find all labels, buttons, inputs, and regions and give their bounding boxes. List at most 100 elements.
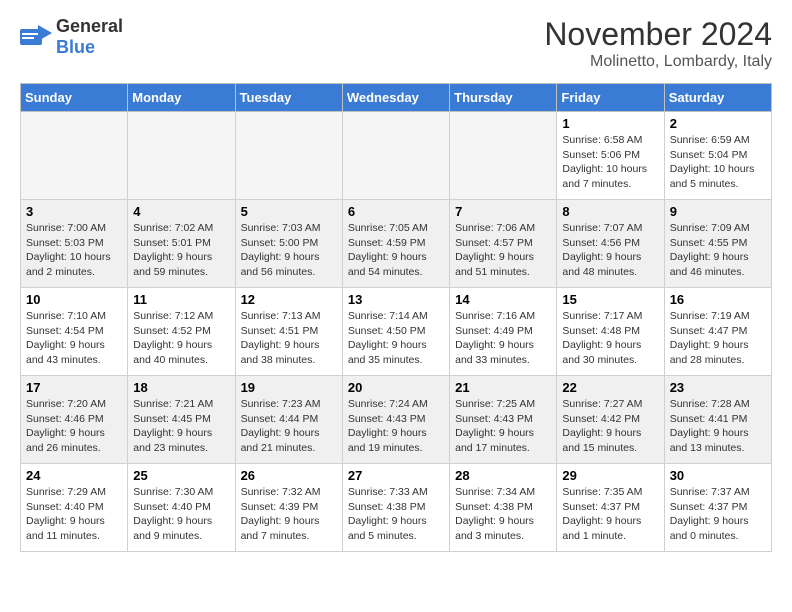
day-number: 17: [26, 380, 122, 395]
logo-general: General: [56, 16, 123, 36]
week-row-3: 10Sunrise: 7:10 AM Sunset: 4:54 PM Dayli…: [21, 288, 772, 376]
day-number: 18: [133, 380, 229, 395]
calendar-cell: 30 Sunrise: 7:37 AM Sunset: 4:37 PM Dayli…: [664, 464, 771, 552]
logo-blue: Blue: [56, 37, 95, 57]
header: General Blue November 2024 Molinetto, Lo…: [20, 16, 772, 71]
day-info: Sunrise: 7:25 AM Sunset: 4:43 PM Dayligh…: [455, 397, 551, 456]
day-number: 2: [670, 116, 766, 131]
day-info: Sunrise: 7:37 AM Sunset: 4:37 PM Dayligh…: [670, 485, 766, 544]
day-number: 12: [241, 292, 337, 307]
calendar-cell: 9 Sunrise: 7:09 AM Sunset: 4:55 PM Daylig…: [664, 200, 771, 288]
calendar-cell: 6 Sunrise: 7:05 AM Sunset: 4:59 PM Daylig…: [342, 200, 449, 288]
calendar-cell: 23Sunrise: 7:28 AM Sunset: 4:41 PM Dayli…: [664, 376, 771, 464]
day-info: Sunrise: 7:21 AM Sunset: 4:45 PM Dayligh…: [133, 397, 229, 456]
day-number: 13: [348, 292, 444, 307]
calendar-cell: 26 Sunrise: 7:32 AM Sunset: 4:39 PM Dayli…: [235, 464, 342, 552]
day-number: 19: [241, 380, 337, 395]
day-info: Sunrise: 7:10 AM Sunset: 4:54 PM Dayligh…: [26, 309, 122, 368]
calendar-cell: [128, 112, 235, 200]
day-number: 25: [133, 468, 229, 483]
calendar-cell: 24 Sunrise: 7:29 AM Sunset: 4:40 PM Dayli…: [21, 464, 128, 552]
day-info: Sunrise: 7:24 AM Sunset: 4:43 PM Dayligh…: [348, 397, 444, 456]
day-number: 22: [562, 380, 658, 395]
day-number: 4: [133, 204, 229, 219]
logo: General Blue: [20, 16, 123, 58]
day-number: 8: [562, 204, 658, 219]
calendar-cell: 19 Sunrise: 7:23 AM Sunset: 4:44 PM Dayli…: [235, 376, 342, 464]
calendar-cell: 20 Sunrise: 7:24 AM Sunset: 4:43 PM Dayli…: [342, 376, 449, 464]
calendar-cell: 7Sunrise: 7:06 AM Sunset: 4:57 PM Daylig…: [450, 200, 557, 288]
calendar-cell: 17 Sunrise: 7:20 AM Sunset: 4:46 PM Dayli…: [21, 376, 128, 464]
main-container: General Blue November 2024 Molinetto, Lo…: [0, 0, 792, 568]
day-number: 26: [241, 468, 337, 483]
day-number: 6: [348, 204, 444, 219]
day-info: Sunrise: 7:06 AM Sunset: 4:57 PM Dayligh…: [455, 221, 551, 280]
day-number: 15: [562, 292, 658, 307]
day-info: Sunrise: 7:13 AM Sunset: 4:51 PM Dayligh…: [241, 309, 337, 368]
day-number: 30: [670, 468, 766, 483]
title-area: November 2024 Molinetto, Lombardy, Italy: [544, 16, 772, 71]
day-number: 24: [26, 468, 122, 483]
calendar-cell: [21, 112, 128, 200]
week-row-4: 17 Sunrise: 7:20 AM Sunset: 4:46 PM Dayli…: [21, 376, 772, 464]
day-info: Sunrise: 7:20 AM Sunset: 4:46 PM Dayligh…: [26, 397, 122, 456]
day-info: Sunrise: 7:28 AM Sunset: 4:41 PM Dayligh…: [670, 397, 766, 456]
day-number: 14: [455, 292, 551, 307]
week-row-2: 3 Sunrise: 7:00 AM Sunset: 5:03 PM Daylig…: [21, 200, 772, 288]
calendar-cell: 12 Sunrise: 7:13 AM Sunset: 4:51 PM Dayli…: [235, 288, 342, 376]
logo-text: General Blue: [56, 16, 123, 58]
day-number: 27: [348, 468, 444, 483]
weekday-header-tuesday: Tuesday: [235, 84, 342, 112]
weekday-header-row: SundayMondayTuesdayWednesdayThursdayFrid…: [21, 84, 772, 112]
day-number: 29: [562, 468, 658, 483]
calendar-cell: 29 Sunrise: 7:35 AM Sunset: 4:37 PM Dayli…: [557, 464, 664, 552]
day-info: Sunrise: 7:02 AM Sunset: 5:01 PM Dayligh…: [133, 221, 229, 280]
calendar-cell: 8 Sunrise: 7:07 AM Sunset: 4:56 PM Daylig…: [557, 200, 664, 288]
weekday-header-friday: Friday: [557, 84, 664, 112]
calendar-table: SundayMondayTuesdayWednesdayThursdayFrid…: [20, 83, 772, 552]
calendar-cell: 28Sunrise: 7:34 AM Sunset: 4:38 PM Dayli…: [450, 464, 557, 552]
location: Molinetto, Lombardy, Italy: [544, 53, 772, 71]
day-number: 5: [241, 204, 337, 219]
weekday-header-wednesday: Wednesday: [342, 84, 449, 112]
calendar-cell: 21Sunrise: 7:25 AM Sunset: 4:43 PM Dayli…: [450, 376, 557, 464]
week-row-5: 24 Sunrise: 7:29 AM Sunset: 4:40 PM Dayli…: [21, 464, 772, 552]
day-info: Sunrise: 7:33 AM Sunset: 4:38 PM Dayligh…: [348, 485, 444, 544]
calendar-cell: [342, 112, 449, 200]
day-info: Sunrise: 7:35 AM Sunset: 4:37 PM Dayligh…: [562, 485, 658, 544]
day-info: Sunrise: 7:29 AM Sunset: 4:40 PM Dayligh…: [26, 485, 122, 544]
day-info: Sunrise: 7:12 AM Sunset: 4:52 PM Dayligh…: [133, 309, 229, 368]
calendar-cell: 13 Sunrise: 7:14 AM Sunset: 4:50 PM Dayli…: [342, 288, 449, 376]
day-number: 20: [348, 380, 444, 395]
calendar-cell: [235, 112, 342, 200]
calendar-cell: 1Sunrise: 6:58 AM Sunset: 5:06 PM Daylig…: [557, 112, 664, 200]
day-number: 16: [670, 292, 766, 307]
day-info: Sunrise: 7:09 AM Sunset: 4:55 PM Dayligh…: [670, 221, 766, 280]
day-info: Sunrise: 7:19 AM Sunset: 4:47 PM Dayligh…: [670, 309, 766, 368]
day-info: Sunrise: 7:23 AM Sunset: 4:44 PM Dayligh…: [241, 397, 337, 456]
calendar-cell: 14 Sunrise: 7:16 AM Sunset: 4:49 PM Dayli…: [450, 288, 557, 376]
day-number: 11: [133, 292, 229, 307]
day-info: Sunrise: 7:00 AM Sunset: 5:03 PM Dayligh…: [26, 221, 122, 280]
weekday-header-thursday: Thursday: [450, 84, 557, 112]
week-row-1: 1Sunrise: 6:58 AM Sunset: 5:06 PM Daylig…: [21, 112, 772, 200]
weekday-header-sunday: Sunday: [21, 84, 128, 112]
month-title: November 2024: [544, 16, 772, 53]
day-number: 28: [455, 468, 551, 483]
calendar-cell: 4 Sunrise: 7:02 AM Sunset: 5:01 PM Daylig…: [128, 200, 235, 288]
day-info: Sunrise: 6:58 AM Sunset: 5:06 PM Dayligh…: [562, 133, 658, 192]
calendar-cell: 3 Sunrise: 7:00 AM Sunset: 5:03 PM Daylig…: [21, 200, 128, 288]
day-info: Sunrise: 7:30 AM Sunset: 4:40 PM Dayligh…: [133, 485, 229, 544]
calendar-cell: 10Sunrise: 7:10 AM Sunset: 4:54 PM Dayli…: [21, 288, 128, 376]
day-info: Sunrise: 7:05 AM Sunset: 4:59 PM Dayligh…: [348, 221, 444, 280]
day-number: 3: [26, 204, 122, 219]
calendar-cell: 18 Sunrise: 7:21 AM Sunset: 4:45 PM Dayli…: [128, 376, 235, 464]
calendar-cell: 2Sunrise: 6:59 AM Sunset: 5:04 PM Daylig…: [664, 112, 771, 200]
day-info: Sunrise: 7:07 AM Sunset: 4:56 PM Dayligh…: [562, 221, 658, 280]
logo-icon: [20, 25, 52, 49]
day-info: Sunrise: 7:16 AM Sunset: 4:49 PM Dayligh…: [455, 309, 551, 368]
day-number: 9: [670, 204, 766, 219]
day-info: Sunrise: 7:32 AM Sunset: 4:39 PM Dayligh…: [241, 485, 337, 544]
day-info: Sunrise: 7:14 AM Sunset: 4:50 PM Dayligh…: [348, 309, 444, 368]
day-info: Sunrise: 7:03 AM Sunset: 5:00 PM Dayligh…: [241, 221, 337, 280]
